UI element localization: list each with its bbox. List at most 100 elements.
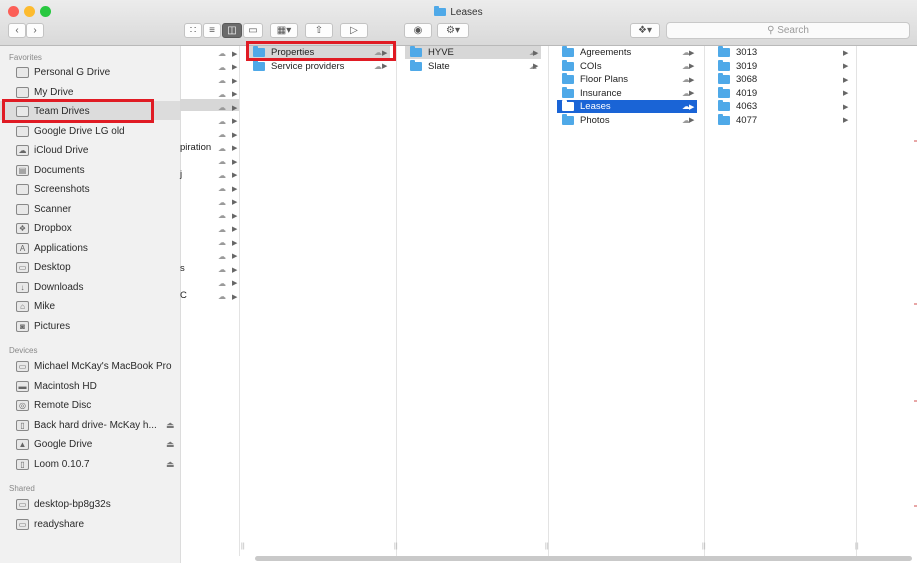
list-item[interactable]: ☁ ▶ [180, 47, 239, 60]
tag-icon: ▷ [350, 25, 358, 36]
sidebar-item[interactable]: ◙ Pictures [16, 318, 70, 335]
sidebar-item[interactable]: ▯ Loom 0.10.7 ⏏ [16, 456, 175, 473]
search-input[interactable]: ⚲ Search [666, 22, 910, 39]
sidebar-item[interactable]: ⌂ Mike [16, 298, 55, 315]
folder-row[interactable]: Agreements ☁ ▶ [557, 46, 697, 59]
sidebar-item[interactable]: ▭ readyshare [16, 516, 84, 533]
sidebar-item[interactable]: ▭ desktop-bp8g32s [16, 496, 111, 513]
folder-icon [16, 203, 29, 215]
list-item[interactable]: ☁ ▶ [180, 209, 239, 222]
disclosure-arrow-icon: ▶ [843, 117, 849, 124]
folder-row[interactable]: Floor Plans ☁ ▶ [557, 73, 697, 86]
cloud-icon: ☁ [218, 292, 226, 301]
sidebar-item-label: Back hard drive- McKay h... [34, 419, 157, 431]
column-view-button[interactable]: ◫ [222, 23, 242, 38]
list-item[interactable]: ☁ ▶ [180, 169, 239, 182]
cloud-icon: ☁ [218, 103, 226, 112]
disclosure-arrow-icon: ▶ [232, 77, 238, 85]
folder-row[interactable]: 3019 ▶ [713, 59, 851, 73]
column-resize-handle[interactable]: || [702, 543, 706, 550]
folder-row[interactable]: 4077 ▶ [713, 113, 851, 127]
sidebar-item[interactable]: Screenshots [16, 181, 90, 198]
laptop-icon: ▭ [16, 361, 29, 372]
folder-row[interactable]: HYVE ☁ ▶ [405, 46, 541, 59]
list-item[interactable]: ☁ ▶ [180, 277, 239, 290]
list-item[interactable]: ☁ ▶ [180, 74, 239, 87]
disclosure-arrow-icon: ▶ [232, 226, 238, 233]
list-item[interactable]: ☁ ▶ [180, 182, 239, 195]
folder-row[interactable]: 3013 ▶ [713, 46, 851, 59]
folder-icon [410, 59, 422, 71]
quick-look-button[interactable]: ◉ [404, 23, 432, 38]
list-item[interactable]: ☁ ▶ [180, 290, 239, 303]
list-item[interactable]: ☁ ▶ [180, 236, 239, 249]
sidebar-item[interactable]: ❖ Dropbox [16, 220, 72, 237]
column-resize-handle[interactable]: || [855, 543, 859, 550]
sidebar-item[interactable]: Personal G Drive [16, 64, 110, 81]
eject-icon[interactable]: ⏏ [166, 420, 175, 431]
disclosure-arrow-icon: ▶ [843, 49, 849, 57]
list-item[interactable]: ☁ ▶ [180, 155, 239, 168]
sidebar-item-label: Google Drive [34, 439, 93, 450]
dropbox-button[interactable]: ❖▾ [630, 23, 660, 38]
disclosure-arrow-icon: ▶ [689, 63, 695, 70]
sidebar-item[interactable]: ▯ Back hard drive- McKay h... ⏏ [16, 417, 175, 434]
folder-row[interactable]: Service providers ☁ ▶ [248, 59, 390, 73]
disclosure-arrow-icon: ▶ [232, 199, 238, 206]
properties-highlight [246, 41, 396, 61]
icon-view-button[interactable]: ∷ [184, 23, 202, 38]
folder-row[interactable]: Photos ☁ ▶ [557, 113, 697, 127]
back-button[interactable]: ‹ [8, 23, 26, 38]
sidebar-item[interactable]: A Applications [16, 240, 88, 257]
column-resize-handle[interactable]: || [394, 543, 398, 550]
folder-icon [718, 100, 730, 111]
sidebar-item[interactable]: Google Drive LG old [16, 123, 125, 140]
cloud-icon: ☁ [218, 49, 226, 58]
folder-row[interactable]: 4019 ▶ [713, 86, 851, 100]
list-item[interactable]: ☁ ▶ [180, 250, 239, 263]
folder-row[interactable]: 4063 ▶ [713, 100, 851, 113]
action-button[interactable]: ⚙▾ [437, 23, 469, 38]
team-drives-highlight [2, 99, 154, 123]
folder-row[interactable]: Slate ☁ ▶ [405, 59, 541, 73]
list-item[interactable]: ☁ ▶ [180, 88, 239, 101]
eject-icon[interactable]: ⏏ [166, 439, 175, 450]
folder-icon [16, 86, 29, 98]
forward-button[interactable]: › [26, 23, 44, 38]
list-item[interactable]: ☁ ▶ [180, 128, 239, 141]
sidebar-item-label: Loom 0.10.7 [34, 458, 90, 470]
list-view-button[interactable]: ≡ [203, 23, 221, 38]
folder-row[interactable]: Insurance ☁ ▶ [557, 86, 697, 100]
sidebar-item[interactable]: ▭ Desktop [16, 259, 71, 276]
list-item[interactable]: ☁ ▶ [180, 115, 239, 128]
sidebar-item[interactable]: ◎ Remote Disc [16, 397, 91, 414]
disclosure-arrow-icon: ▶ [382, 63, 388, 70]
share-button[interactable]: ⇧ [305, 23, 333, 38]
list-item[interactable]: ☁ ▶ [180, 196, 239, 209]
arrange-button[interactable]: ▦▾ [270, 23, 298, 38]
sidebar-item[interactable]: ▭ Michael McKay's MacBook Pro [16, 358, 172, 375]
column-resize-handle[interactable]: || [241, 543, 245, 550]
column-resize-handle[interactable]: || [545, 543, 549, 550]
sidebar-item[interactable]: ▲ Google Drive ⏏ [16, 436, 175, 453]
cover-flow-button[interactable]: ▭ [243, 23, 263, 38]
sidebar-item[interactable]: ▤ Documents [16, 162, 85, 179]
horizontal-scrollbar[interactable] [255, 556, 912, 561]
eject-icon[interactable]: ⏏ [166, 459, 175, 470]
folder-row[interactable]: 3068 ▶ [713, 73, 851, 86]
list-item[interactable]: ☁ ▶ [180, 263, 239, 276]
folder-row[interactable]: Leases ☁ ▶ [557, 100, 697, 113]
sidebar-item[interactable]: Scanner [16, 201, 71, 218]
cloud-icon: ☁ [218, 157, 226, 166]
cover-flow-icon: ▭ [248, 25, 258, 36]
sidebar-item[interactable]: My Drive [16, 84, 73, 101]
tag-button[interactable]: ▷ [340, 23, 368, 38]
sidebar-item[interactable]: ▬ Macintosh HD [16, 378, 97, 395]
list-item[interactable]: ☁ ▶ [180, 101, 239, 114]
sidebar-item[interactable]: ☁ iCloud Drive [16, 142, 88, 159]
sidebar-item[interactable]: ↓ Downloads [16, 279, 83, 296]
disclosure-arrow-icon: ▶ [533, 49, 539, 57]
list-item[interactable]: ☁ ▶ [180, 61, 239, 74]
folder-row[interactable]: COIs ☁ ▶ [557, 59, 697, 73]
list-item[interactable]: ☁ ▶ [180, 223, 239, 236]
